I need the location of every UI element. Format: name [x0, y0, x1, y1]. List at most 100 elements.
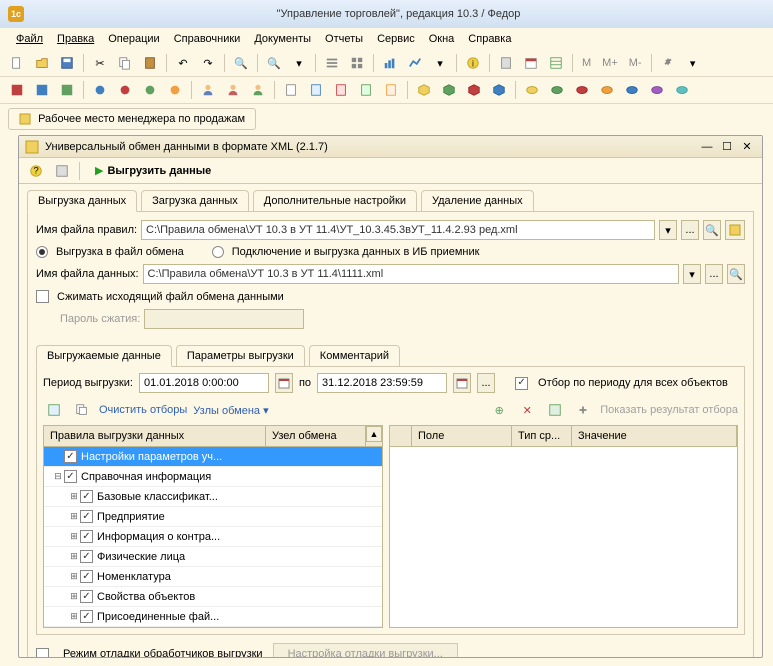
menu-service[interactable]: Сервис — [371, 31, 421, 47]
rules-file-input[interactable] — [141, 220, 655, 240]
tb2-icon-2[interactable] — [31, 79, 53, 101]
date-to-cal-button[interactable] — [453, 373, 471, 393]
tb2-doc-3[interactable] — [330, 79, 352, 101]
rules-extra-button[interactable] — [725, 220, 745, 240]
compress-checkbox[interactable] — [36, 290, 49, 303]
tb2-money-5[interactable] — [621, 79, 643, 101]
data-file-input[interactable] — [143, 264, 679, 284]
tb2-icon-4[interactable] — [89, 79, 111, 101]
tree-row[interactable]: ⊞Свойства объектов — [44, 587, 382, 607]
tree-body[interactable]: Настройки параметров уч...⊟Справочная ин… — [44, 447, 382, 627]
save-icon[interactable] — [56, 52, 78, 74]
filter-body[interactable] — [390, 447, 737, 627]
tree-checkbox[interactable] — [64, 450, 77, 463]
workspace-tab[interactable]: Рабочее место менеджера по продажам — [8, 108, 256, 130]
debug-settings-button[interactable]: Настройка отладки выгрузки... — [273, 643, 458, 657]
tb2-doc-5[interactable] — [380, 79, 402, 101]
date-from-cal-button[interactable] — [275, 373, 293, 393]
tb2-person-2[interactable] — [222, 79, 244, 101]
tb2-money-7[interactable] — [671, 79, 693, 101]
menu-docs[interactable]: Документы — [248, 31, 317, 47]
tree-expander-icon[interactable]: ⊞ — [68, 611, 80, 622]
menu-file[interactable]: Файл — [10, 31, 49, 47]
tb2-icon-5[interactable] — [114, 79, 136, 101]
menu-refs[interactable]: Справочники — [168, 31, 247, 47]
menu-reports[interactable]: Отчеты — [319, 31, 369, 47]
cut-icon[interactable]: ✂ — [89, 52, 111, 74]
tb2-doc-4[interactable] — [355, 79, 377, 101]
tb2-money-2[interactable] — [546, 79, 568, 101]
table-copy-icon[interactable] — [71, 399, 93, 421]
redo-icon[interactable]: ↷ — [197, 52, 219, 74]
tb2-money-1[interactable] — [521, 79, 543, 101]
tab-settings[interactable]: Дополнительные настройки — [253, 190, 417, 212]
tree-expander-icon[interactable]: ⊞ — [68, 591, 80, 602]
clear-filters-link[interactable]: Очистить отборы — [99, 404, 187, 416]
tb2-icon-6[interactable] — [139, 79, 161, 101]
tab-export-params[interactable]: Параметры выгрузки — [176, 345, 305, 367]
tree-expander-icon[interactable]: ⊟ — [52, 471, 64, 482]
calc-icon[interactable] — [495, 52, 517, 74]
date-to-input[interactable] — [317, 373, 447, 393]
tb2-money-6[interactable] — [646, 79, 668, 101]
tab-import[interactable]: Загрузка данных — [141, 190, 249, 212]
tb2-money-3[interactable] — [571, 79, 593, 101]
tree-row[interactable]: ⊞Базовые классификат... — [44, 487, 382, 507]
list-icon[interactable] — [321, 52, 343, 74]
tree-checkbox[interactable] — [80, 550, 93, 563]
tree-row[interactable]: ⊟Справочная информация — [44, 467, 382, 487]
move-row-icon[interactable] — [572, 399, 594, 421]
tab-delete[interactable]: Удаление данных — [421, 190, 534, 212]
tb2-money-4[interactable] — [596, 79, 618, 101]
tree-row[interactable]: ⊞Присоединенные фай... — [44, 607, 382, 627]
add-row-icon[interactable]: ⊕ — [488, 399, 510, 421]
tb2-doc-1[interactable] — [280, 79, 302, 101]
tb2-person-1[interactable] — [197, 79, 219, 101]
tree-row[interactable]: ⊞Предприятие — [44, 507, 382, 527]
rules-search-button[interactable]: 🔍 — [703, 220, 721, 240]
tree-checkbox[interactable] — [80, 510, 93, 523]
settings-icon[interactable] — [657, 52, 679, 74]
radio-export-file[interactable] — [36, 246, 48, 258]
menu-windows[interactable]: Окна — [423, 31, 461, 47]
tb2-icon-3[interactable] — [56, 79, 78, 101]
memory-mminus[interactable]: M- — [625, 57, 646, 69]
tree-expander-icon[interactable]: ⊞ — [68, 531, 80, 542]
open-icon[interactable] — [31, 52, 53, 74]
menu-edit[interactable]: Правка — [51, 31, 100, 47]
delete-row-icon[interactable]: ✕ — [516, 399, 538, 421]
chart-icon[interactable] — [379, 52, 401, 74]
tree-checkbox[interactable] — [80, 530, 93, 543]
close-button[interactable]: ✕ — [738, 139, 756, 155]
tree-expander-icon[interactable]: ⊞ — [68, 571, 80, 582]
tree-expander-icon[interactable]: ⊞ — [68, 551, 80, 562]
memory-m[interactable]: M — [578, 57, 595, 69]
menu-operations[interactable]: Операции — [102, 31, 165, 47]
upload-button[interactable]: ▶ Выгрузить данные — [86, 161, 220, 180]
dropdown-icon[interactable]: ▾ — [288, 52, 310, 74]
tree-checkbox[interactable] — [80, 570, 93, 583]
grid-icon[interactable] — [346, 52, 368, 74]
tree-scroll-up[interactable]: ▲ — [366, 426, 382, 442]
tree-expander-icon[interactable]: ⊞ — [68, 491, 80, 502]
memory-mplus[interactable]: M+ — [598, 57, 622, 69]
undo-icon[interactable]: ↶ — [172, 52, 194, 74]
paste-icon[interactable] — [139, 52, 161, 74]
period-filter-checkbox[interactable] — [515, 377, 528, 390]
table-icon[interactable] — [545, 52, 567, 74]
tab-export[interactable]: Выгрузка данных — [27, 190, 137, 212]
calendar-icon[interactable] — [520, 52, 542, 74]
tb2-box-4[interactable] — [488, 79, 510, 101]
data-browse-button[interactable]: ... — [705, 264, 723, 284]
rules-browse-button[interactable]: ... — [681, 220, 699, 240]
date-from-input[interactable] — [139, 373, 269, 393]
zoom-icon[interactable]: 🔍 — [263, 52, 285, 74]
tree-checkbox[interactable] — [80, 590, 93, 603]
data-dropdown-button[interactable]: ▾ — [683, 264, 701, 284]
tb2-icon-7[interactable] — [164, 79, 186, 101]
tb2-doc-2[interactable] — [305, 79, 327, 101]
tb2-icon-1[interactable] — [6, 79, 28, 101]
period-ellipsis-button[interactable]: ... — [477, 373, 495, 393]
tree-row[interactable]: Настройки параметров уч... — [44, 447, 382, 467]
maximize-button[interactable]: ☐ — [718, 139, 736, 155]
